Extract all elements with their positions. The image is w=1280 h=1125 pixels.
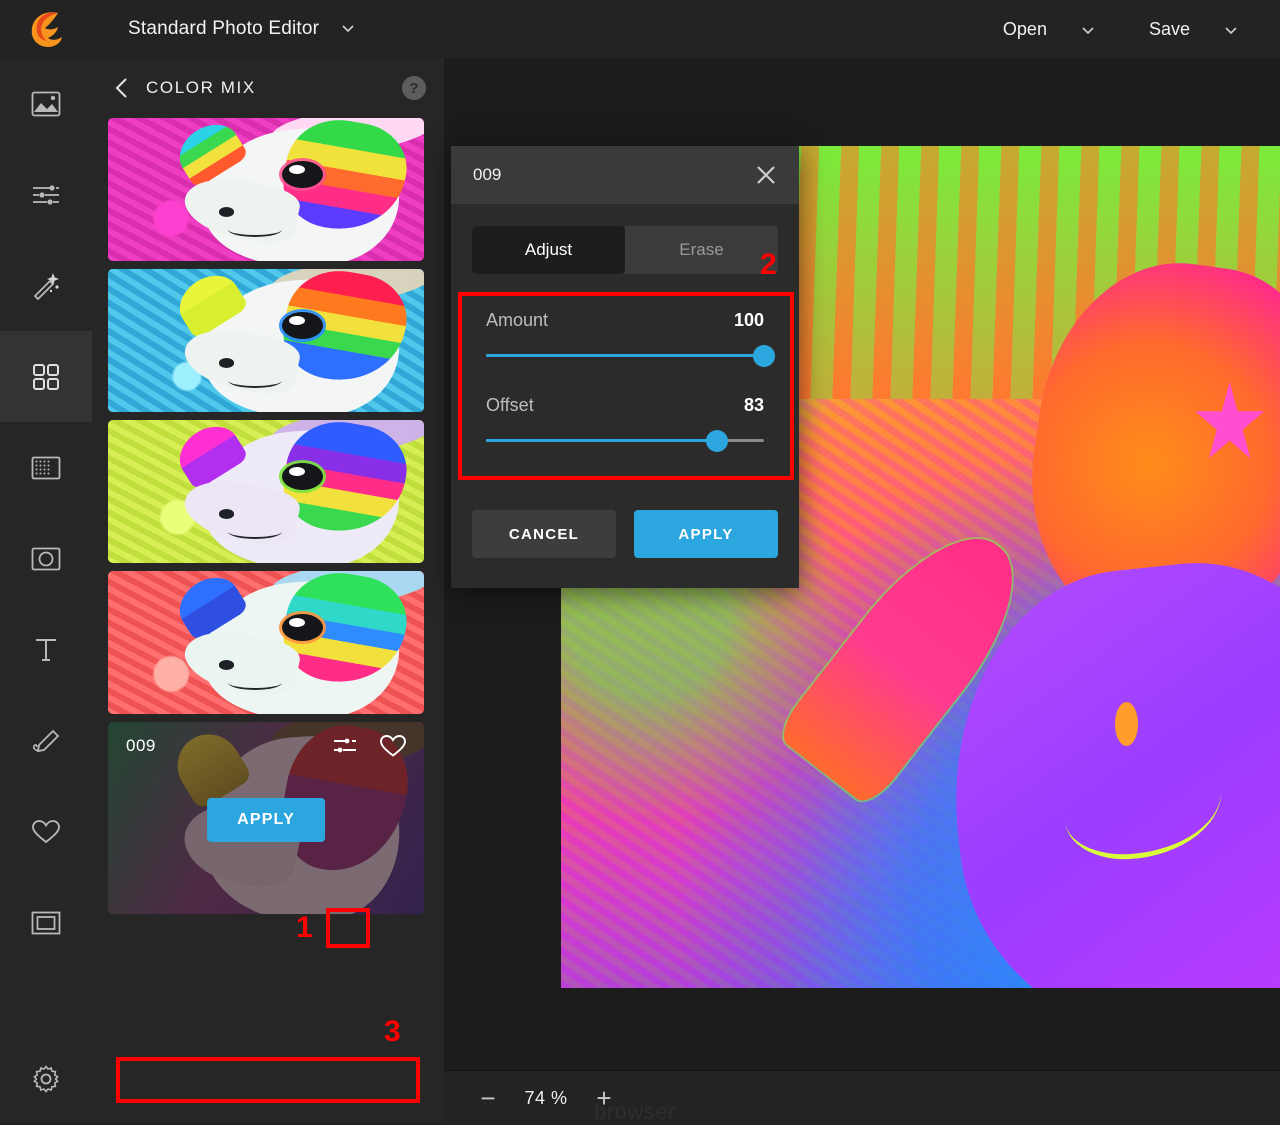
zoom-level-value: 74 % <box>510 1088 582 1109</box>
grid-squares-icon <box>32 363 60 391</box>
gear-icon <box>32 1065 60 1093</box>
heart-icon <box>379 734 407 763</box>
sidebar-item-adjust[interactable] <box>0 149 92 240</box>
preset-blue-preview <box>108 269 424 412</box>
zoom-bar: − 74 % + browser <box>444 1070 1280 1125</box>
amount-slider[interactable] <box>486 347 764 365</box>
question-mark-icon[interactable]: ? <box>402 76 426 100</box>
heart-icon <box>31 819 61 845</box>
amount-label: Amount <box>486 310 548 331</box>
open-button[interactable]: Open <box>989 11 1109 48</box>
slider-knob[interactable] <box>706 430 728 452</box>
list-item[interactable] <box>108 118 424 261</box>
watermark-text: browser <box>594 1099 676 1125</box>
preset-green-preview <box>108 420 424 563</box>
tile-label: 009 <box>126 736 156 756</box>
open-chevron-down-icon[interactable] <box>1081 23 1095 37</box>
preset-thumbnail-list: 009 <box>92 118 444 914</box>
list-item[interactable] <box>108 571 424 714</box>
save-button[interactable]: Save <box>1135 11 1252 48</box>
chevron-down-icon[interactable] <box>341 21 355 35</box>
offset-slider[interactable] <box>486 432 764 450</box>
pen-draw-icon <box>31 728 61 754</box>
photo-editor-window: Standard Photo Editor Open Save <box>0 0 1280 1124</box>
topbar-actions: Open Save <box>963 11 1280 48</box>
offset-label: Offset <box>486 395 534 416</box>
frame-icon <box>31 910 61 936</box>
offset-label-line: Offset 83 <box>486 395 764 416</box>
list-item[interactable] <box>108 420 424 563</box>
filter-panel: COLOR MIX ? <box>92 58 444 1124</box>
slider-fill <box>486 439 717 442</box>
amount-slider-row: Amount 100 <box>486 310 764 365</box>
dialog-header: 009 <box>451 146 799 204</box>
sidebar-item-filters[interactable] <box>0 331 92 422</box>
amount-label-line: Amount 100 <box>486 310 764 331</box>
dialog-body: Adjust Erase Amount 100 <box>451 204 799 474</box>
apply-button[interactable]: APPLY <box>634 510 778 558</box>
sidebar-item-draw[interactable] <box>0 695 92 786</box>
preset-red-preview <box>108 571 424 714</box>
save-label: Save <box>1149 19 1190 40</box>
panel-header: COLOR MIX ? <box>92 58 444 118</box>
slider-knob[interactable] <box>753 345 775 367</box>
tile-icon-group <box>328 732 410 764</box>
tile-apply-button[interactable]: APPLY <box>207 798 325 842</box>
sidebar-item-frame[interactable] <box>0 877 92 968</box>
sliders-icon <box>31 182 61 208</box>
app-title-text: Standard Photo Editor <box>128 18 319 39</box>
open-label: Open <box>1003 19 1047 40</box>
dialog-title: 009 <box>473 165 501 185</box>
sidebar-item-vignette[interactable] <box>0 513 92 604</box>
sliders-icon <box>332 735 358 762</box>
active-preset-tile[interactable]: 009 <box>108 722 424 914</box>
preset-pink-preview <box>108 118 424 261</box>
sidebar-item-favorites[interactable] <box>0 786 92 877</box>
amount-value: 100 <box>734 310 764 331</box>
list-item[interactable] <box>108 269 424 412</box>
vignette-icon <box>31 546 61 572</box>
chevron-left-icon[interactable] <box>108 74 136 102</box>
tab-adjust[interactable]: Adjust <box>472 226 625 274</box>
minus-icon: − <box>480 1085 495 1111</box>
dialog-actions: CANCEL APPLY <box>451 474 799 558</box>
sidebar-item-image[interactable] <box>0 58 92 149</box>
sidebar-item-effects[interactable] <box>0 240 92 331</box>
tool-rail <box>0 58 93 1124</box>
sidebar-item-text[interactable] <box>0 604 92 695</box>
dialog-tabs: Adjust Erase <box>472 226 778 274</box>
photo-unicorn-eye <box>1115 702 1138 746</box>
text-t-icon <box>33 636 59 664</box>
top-bar: Standard Photo Editor Open Save <box>0 0 1280 59</box>
help-label: ? <box>409 80 418 97</box>
tile-adjust-button[interactable] <box>328 732 362 764</box>
tab-erase[interactable]: Erase <box>625 226 778 274</box>
sidebar-item-settings[interactable] <box>0 1033 92 1124</box>
dialog-sliders-group: Amount 100 Offset 83 <box>472 296 778 474</box>
offset-value: 83 <box>744 395 764 416</box>
slider-fill <box>486 354 764 357</box>
zoom-out-button[interactable]: − <box>466 1076 510 1120</box>
sidebar-item-texture[interactable] <box>0 422 92 513</box>
offset-slider-row: Offset 83 <box>486 395 764 450</box>
tile-favorite-button[interactable] <box>376 732 410 764</box>
image-icon <box>31 91 61 117</box>
close-x-icon[interactable] <box>751 160 781 190</box>
magic-wand-icon <box>31 272 61 300</box>
save-chevron-down-icon[interactable] <box>1224 23 1238 37</box>
cancel-button[interactable]: CANCEL <box>472 510 616 558</box>
page-title: COLOR MIX <box>146 78 256 98</box>
adjust-dialog: 009 Adjust Erase Amount 100 <box>451 146 799 588</box>
app-title: Standard Photo Editor <box>128 18 355 40</box>
texture-grain-icon <box>31 455 61 481</box>
app-logo-icon[interactable] <box>0 0 92 58</box>
